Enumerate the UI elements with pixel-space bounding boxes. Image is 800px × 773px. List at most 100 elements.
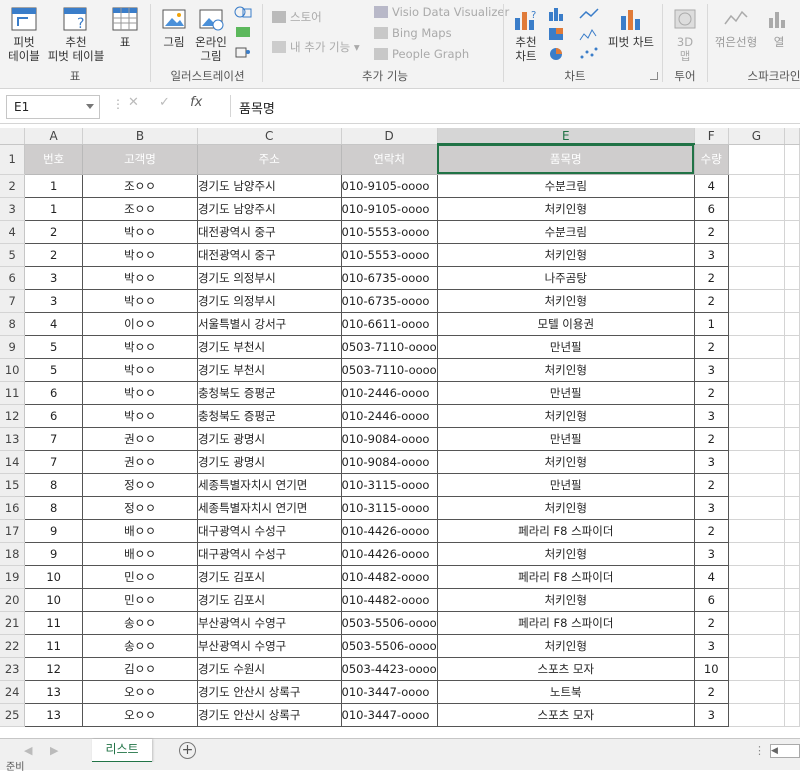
table-cell[interactable]: 2 xyxy=(693,518,729,543)
empty-cell[interactable] xyxy=(728,611,786,635)
table-cell[interactable]: 8 xyxy=(24,495,83,520)
empty-cell[interactable] xyxy=(784,220,800,244)
tab-scroll-handle[interactable]: ⋮ xyxy=(754,744,765,757)
table-cell[interactable]: 대구광역시 수성구 xyxy=(196,541,342,566)
pictures-button[interactable]: 그림 xyxy=(158,6,190,49)
empty-cell[interactable] xyxy=(784,657,800,681)
row-header[interactable]: 5 xyxy=(0,243,26,267)
line-chart-icon[interactable] xyxy=(578,6,602,25)
table-cell[interactable]: 서울특별시 강서구 xyxy=(196,311,342,336)
empty-cell[interactable] xyxy=(784,680,800,704)
row-header[interactable]: 22 xyxy=(0,634,26,658)
table-cell[interactable]: 정ㅇㅇ xyxy=(81,495,198,520)
header-cell[interactable]: 고객명 xyxy=(81,143,198,175)
table-cell[interactable]: 010-6735-oooo xyxy=(340,288,438,313)
header-cell[interactable]: 연락처 xyxy=(340,143,438,175)
table-cell[interactable]: 3 xyxy=(24,265,83,290)
table-cell[interactable]: 경기도 광명시 xyxy=(196,449,342,474)
empty-cell[interactable] xyxy=(784,427,800,451)
table-cell[interactable]: 노트북 xyxy=(436,679,695,704)
column-header-c[interactable]: C xyxy=(197,128,342,145)
table-cell[interactable]: 010-5553-oooo xyxy=(340,219,438,244)
table-cell[interactable]: 처키인형 xyxy=(436,587,695,612)
table-cell[interactable]: 010-6611-oooo xyxy=(340,311,438,336)
table-cell[interactable]: 처키인형 xyxy=(436,449,695,474)
row-header[interactable]: 24 xyxy=(0,680,26,704)
table-cell[interactable]: 0503-7110-oooo xyxy=(340,334,438,359)
table-cell[interactable]: 처키인형 xyxy=(436,242,695,267)
empty-cell[interactable] xyxy=(784,404,800,428)
table-cell[interactable]: 경기도 남양주시 xyxy=(196,196,342,221)
row-header[interactable]: 2 xyxy=(0,174,26,198)
row-header[interactable]: 4 xyxy=(0,220,26,244)
table-cell[interactable]: 6 xyxy=(693,196,729,221)
table-cell[interactable]: 11 xyxy=(24,633,83,658)
empty-cell[interactable] xyxy=(728,450,786,474)
table-cell[interactable]: 9 xyxy=(24,541,83,566)
cancel-icon[interactable]: ✕ xyxy=(128,95,139,110)
empty-cell[interactable] xyxy=(784,243,800,267)
table-cell[interactable]: 010-3115-oooo xyxy=(340,472,438,497)
table-cell[interactable]: 010-9105-oooo xyxy=(340,196,438,221)
table-cell[interactable]: 모텔 이용권 xyxy=(436,311,695,336)
horizontal-scrollbar[interactable]: ◀ xyxy=(770,744,800,758)
table-cell[interactable]: 세종특별자치시 연기면 xyxy=(196,472,342,497)
name-box[interactable]: E1 xyxy=(6,95,100,119)
row-header[interactable]: 18 xyxy=(0,542,26,566)
pivot-chart-button[interactable]: 피벗 차트 xyxy=(606,6,656,49)
table-cell[interactable]: 2 xyxy=(693,426,729,451)
empty-cell[interactable] xyxy=(728,634,786,658)
table-cell[interactable]: 9 xyxy=(24,518,83,543)
column-sparkline-button[interactable]: 열 xyxy=(764,6,794,49)
empty-cell[interactable] xyxy=(784,611,800,635)
table-cell[interactable]: 처키인형 xyxy=(436,633,695,658)
empty-cell[interactable] xyxy=(728,542,786,566)
row-header[interactable]: 11 xyxy=(0,381,26,405)
table-cell[interactable]: 3 xyxy=(24,288,83,313)
empty-cell[interactable] xyxy=(784,312,800,336)
column-header-e[interactable]: E xyxy=(437,128,695,145)
table-cell[interactable]: 010-9084-oooo xyxy=(340,449,438,474)
table-cell[interactable]: 송ㅇㅇ xyxy=(81,610,198,635)
table-cell[interactable]: 스포츠 모자 xyxy=(436,656,695,681)
row-header[interactable]: 21 xyxy=(0,611,26,635)
table-cell[interactable]: 2 xyxy=(693,679,729,704)
table-cell[interactable]: 10 xyxy=(24,564,83,589)
table-cell[interactable]: 2 xyxy=(693,610,729,635)
table-cell[interactable]: 박ㅇㅇ xyxy=(81,242,198,267)
enter-icon[interactable]: ✓ xyxy=(159,95,170,110)
table-cell[interactable]: 오ㅇㅇ xyxy=(81,702,198,727)
empty-cell[interactable] xyxy=(784,703,800,727)
row-header[interactable]: 19 xyxy=(0,565,26,589)
empty-cell[interactable] xyxy=(728,404,786,428)
column-header-f[interactable]: F xyxy=(694,128,729,145)
table-cell[interactable]: 부산광역시 수영구 xyxy=(196,610,342,635)
table-cell[interactable]: 010-4482-oooo xyxy=(340,564,438,589)
empty-cell[interactable] xyxy=(728,381,786,405)
row-header[interactable]: 13 xyxy=(0,427,26,451)
table-cell[interactable]: 민ㅇㅇ xyxy=(81,587,198,612)
row-header[interactable]: 17 xyxy=(0,519,26,543)
empty-cell[interactable] xyxy=(784,197,800,221)
row-header[interactable]: 10 xyxy=(0,358,26,382)
empty-cell[interactable] xyxy=(728,174,786,198)
table-cell[interactable]: 7 xyxy=(24,426,83,451)
row-header[interactable]: 9 xyxy=(0,335,26,359)
table-cell[interactable]: 경기도 김포시 xyxy=(196,564,342,589)
table-cell[interactable]: 페라리 F8 스파이더 xyxy=(436,564,695,589)
table-cell[interactable]: 처키인형 xyxy=(436,288,695,313)
table-cell[interactable]: 5 xyxy=(24,334,83,359)
table-cell[interactable]: 세종특별자치시 연기면 xyxy=(196,495,342,520)
table-cell[interactable]: 이ㅇㅇ xyxy=(81,311,198,336)
empty-cell[interactable] xyxy=(784,450,800,474)
row-header[interactable]: 7 xyxy=(0,289,26,313)
table-cell[interactable]: 13 xyxy=(24,679,83,704)
table-cell[interactable]: 김ㅇㅇ xyxy=(81,656,198,681)
table-cell[interactable]: 0503-7110-oooo xyxy=(340,357,438,382)
table-cell[interactable]: 대구광역시 수성구 xyxy=(196,518,342,543)
table-cell[interactable]: 12 xyxy=(24,656,83,681)
row-header[interactable]: 1 xyxy=(0,144,26,175)
line-sparkline-button[interactable]: 꺾은선형 xyxy=(712,6,760,49)
chevron-down-icon[interactable] xyxy=(86,104,94,109)
table-cell[interactable]: 3 xyxy=(693,495,729,520)
